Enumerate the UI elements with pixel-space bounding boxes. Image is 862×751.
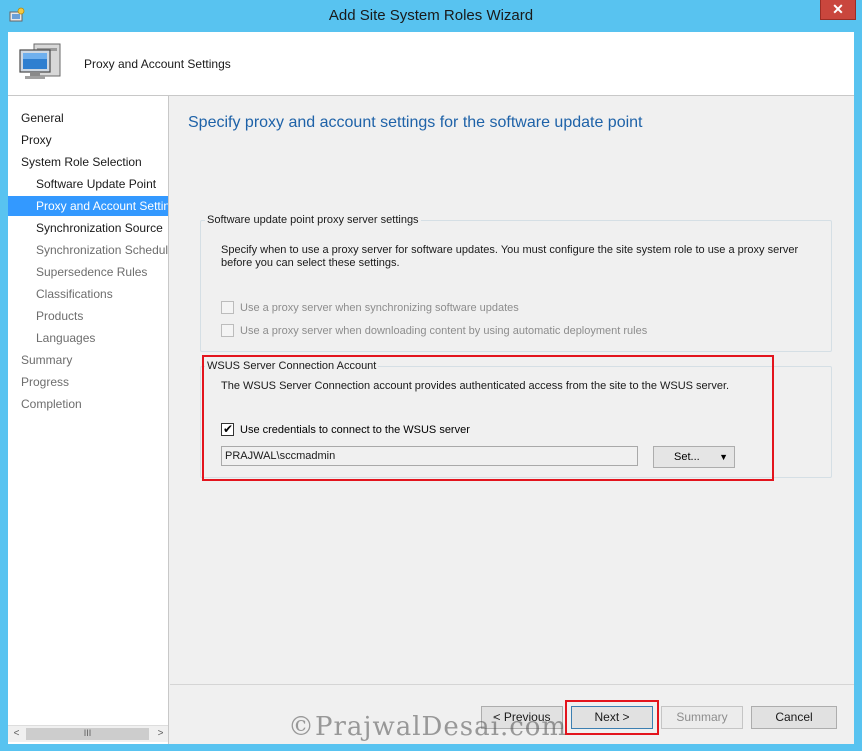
annotation-highlight-box bbox=[202, 355, 774, 481]
wizard-header: Proxy and Account Settings bbox=[8, 32, 854, 96]
proxy-sync-checkbox bbox=[221, 301, 234, 314]
nav-horizontal-scrollbar[interactable]: < III > bbox=[8, 725, 168, 742]
nav-item-classifications: Classifications bbox=[36, 287, 113, 301]
nav-item-synchronization-source[interactable]: Synchronization Source bbox=[36, 218, 163, 238]
window-title: Add Site System Roles Wizard bbox=[328, 7, 534, 24]
close-button[interactable]: ✕ bbox=[820, 0, 856, 20]
wizard-content: Specify proxy and account settings for t… bbox=[170, 96, 854, 684]
proxy-settings-description: Specify when to use a proxy server for s… bbox=[221, 244, 799, 269]
nav-item-progress: Progress bbox=[21, 375, 70, 389]
annotation-next-highlight bbox=[565, 700, 659, 735]
proxy-sync-checkbox-row: Use a proxy server when synchronizing so… bbox=[221, 301, 781, 315]
proxy-settings-group-label: Software update point proxy server setti… bbox=[205, 214, 421, 226]
watermark: ©PrajwalDesai.com bbox=[288, 712, 568, 742]
wizard-navigation: General Proxy System Role Selection Soft… bbox=[8, 96, 169, 744]
page-heading: Specify proxy and account settings for t… bbox=[188, 114, 643, 131]
nav-item-synchronization-schedule: Synchronization Schedule bbox=[36, 243, 169, 257]
scroll-right-icon[interactable]: > bbox=[152, 726, 168, 742]
title-bar: Add Site System Roles Wizard ✕ bbox=[0, 0, 862, 32]
wizard-client-area: Proxy and Account Settings General Proxy… bbox=[8, 32, 854, 744]
nav-item-languages: Languages bbox=[36, 331, 96, 345]
proxy-download-checkbox-label: Use a proxy server when downloading cont… bbox=[240, 325, 648, 337]
nav-item-completion: Completion bbox=[21, 397, 82, 411]
nav-item-summary: Summary bbox=[21, 353, 73, 367]
nav-item-general[interactable]: General bbox=[21, 108, 64, 128]
wizard-window: Add Site System Roles Wizard ✕ Proxy and… bbox=[0, 0, 862, 751]
scroll-left-icon[interactable]: < bbox=[8, 726, 25, 742]
scrollbar-thumb[interactable]: III bbox=[26, 728, 149, 740]
nav-item-software-update-point[interactable]: Software Update Point bbox=[36, 174, 156, 194]
proxy-sync-checkbox-label: Use a proxy server when synchronizing so… bbox=[240, 302, 519, 314]
cancel-button[interactable]: Cancel bbox=[751, 706, 837, 729]
close-icon: ✕ bbox=[832, 1, 844, 17]
proxy-download-checkbox bbox=[221, 324, 234, 337]
wizard-page-title: Proxy and Account Settings bbox=[84, 57, 231, 71]
computer-monitor-icon bbox=[19, 43, 61, 79]
nav-item-proxy[interactable]: Proxy bbox=[21, 130, 52, 150]
nav-item-proxy-and-account-settings[interactable]: Proxy and Account Settings bbox=[8, 196, 168, 216]
proxy-download-checkbox-row: Use a proxy server when downloading cont… bbox=[221, 324, 821, 338]
summary-button: Summary bbox=[661, 706, 743, 729]
nav-item-products: Products bbox=[36, 309, 84, 323]
nav-item-system-role-selection[interactable]: System Role Selection bbox=[21, 152, 142, 172]
nav-item-supersedence-rules: Supersedence Rules bbox=[36, 265, 148, 279]
